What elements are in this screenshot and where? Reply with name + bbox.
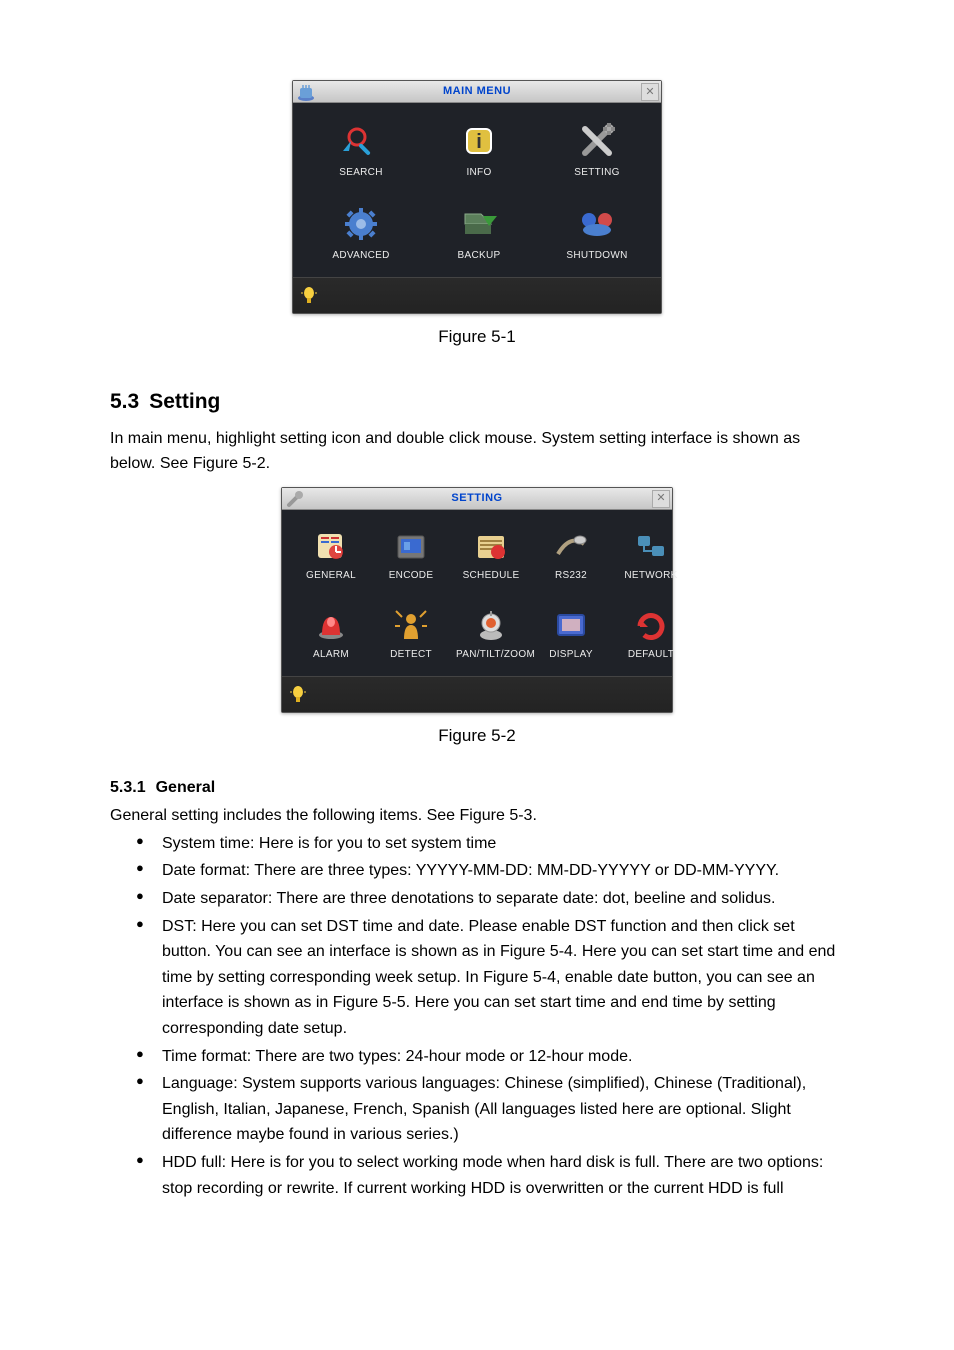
advanced-icon bbox=[343, 206, 379, 242]
menu-info[interactable]: INFO bbox=[425, 117, 533, 190]
default-icon bbox=[634, 609, 668, 643]
network-icon bbox=[634, 530, 668, 564]
setting-window: SETTING ✕ GENERAL ENCODE SCHEDULE bbox=[281, 487, 673, 713]
app-icon bbox=[297, 83, 315, 101]
alarm-icon bbox=[314, 609, 348, 643]
list-item: HDD full: Here is for you to select work… bbox=[136, 1150, 844, 1201]
titlebar: SETTING ✕ bbox=[282, 488, 672, 510]
schedule-icon bbox=[474, 530, 508, 564]
general-bullet-list: System time: Here is for you to set syst… bbox=[110, 831, 844, 1201]
window-title: MAIN MENU bbox=[443, 83, 511, 100]
sub-intro: General setting includes the following i… bbox=[110, 804, 844, 829]
close-icon[interactable]: ✕ bbox=[641, 83, 659, 101]
list-item: Language: System supports various langua… bbox=[136, 1071, 844, 1148]
backup-icon bbox=[461, 206, 497, 242]
menu-advanced[interactable]: ADVANCED bbox=[307, 200, 415, 273]
list-item: Date format: There are three types: YYYY… bbox=[136, 858, 844, 884]
encode-icon bbox=[394, 530, 428, 564]
list-item: Date separator: There are three denotati… bbox=[136, 886, 844, 912]
menu-encode[interactable]: ENCODE bbox=[376, 524, 446, 593]
shutdown-icon bbox=[579, 206, 615, 242]
info-icon bbox=[461, 123, 497, 159]
main-menu-window: MAIN MENU ✕ SEARCH INFO SETTING bbox=[292, 80, 662, 314]
list-item: DST: Here you can set DST time and date.… bbox=[136, 914, 844, 1042]
wrench-icon bbox=[286, 490, 304, 508]
display-icon bbox=[554, 609, 588, 643]
hint-icon bbox=[290, 685, 306, 705]
menu-display[interactable]: DISPLAY bbox=[536, 603, 606, 672]
close-icon[interactable]: ✕ bbox=[652, 490, 670, 508]
ptz-icon bbox=[474, 609, 508, 643]
setting-icon bbox=[579, 123, 615, 159]
window-title: SETTING bbox=[451, 490, 502, 507]
menu-general[interactable]: GENERAL bbox=[296, 524, 366, 593]
section-5-3-heading: 5.3Setting bbox=[110, 386, 844, 418]
menu-backup[interactable]: BACKUP bbox=[425, 200, 533, 273]
hint-icon bbox=[301, 286, 317, 306]
subheading-5-3-1: 5.3.1General bbox=[110, 776, 844, 800]
detect-icon bbox=[394, 609, 428, 643]
general-icon bbox=[314, 530, 348, 564]
list-item: System time: Here is for you to set syst… bbox=[136, 831, 844, 857]
list-item: Time format: There are two types: 24-hou… bbox=[136, 1044, 844, 1070]
rs232-icon bbox=[554, 530, 588, 564]
search-icon bbox=[343, 123, 379, 159]
menu-schedule[interactable]: SCHEDULE bbox=[456, 524, 526, 593]
status-bar bbox=[282, 676, 672, 712]
menu-detect[interactable]: DETECT bbox=[376, 603, 446, 672]
menu-search[interactable]: SEARCH bbox=[307, 117, 415, 190]
menu-shutdown[interactable]: SHUTDOWN bbox=[543, 200, 651, 273]
titlebar: MAIN MENU ✕ bbox=[293, 81, 661, 103]
menu-ptz[interactable]: PAN/TILT/ZOOM bbox=[456, 603, 526, 672]
figure-5-2-caption: Figure 5-2 bbox=[110, 723, 844, 749]
menu-rs232[interactable]: RS232 bbox=[536, 524, 606, 593]
menu-setting[interactable]: SETTING bbox=[543, 117, 651, 190]
menu-alarm[interactable]: ALARM bbox=[296, 603, 366, 672]
figure-5-1: MAIN MENU ✕ SEARCH INFO SETTING bbox=[110, 80, 844, 314]
status-bar bbox=[293, 277, 661, 313]
section-intro: In main menu, highlight setting icon and… bbox=[110, 427, 844, 477]
figure-5-1-caption: Figure 5-1 bbox=[110, 324, 844, 350]
figure-5-2: SETTING ✕ GENERAL ENCODE SCHEDULE bbox=[110, 487, 844, 713]
menu-network[interactable]: NETWORK bbox=[616, 524, 686, 593]
menu-default[interactable]: DEFAULT bbox=[616, 603, 686, 672]
